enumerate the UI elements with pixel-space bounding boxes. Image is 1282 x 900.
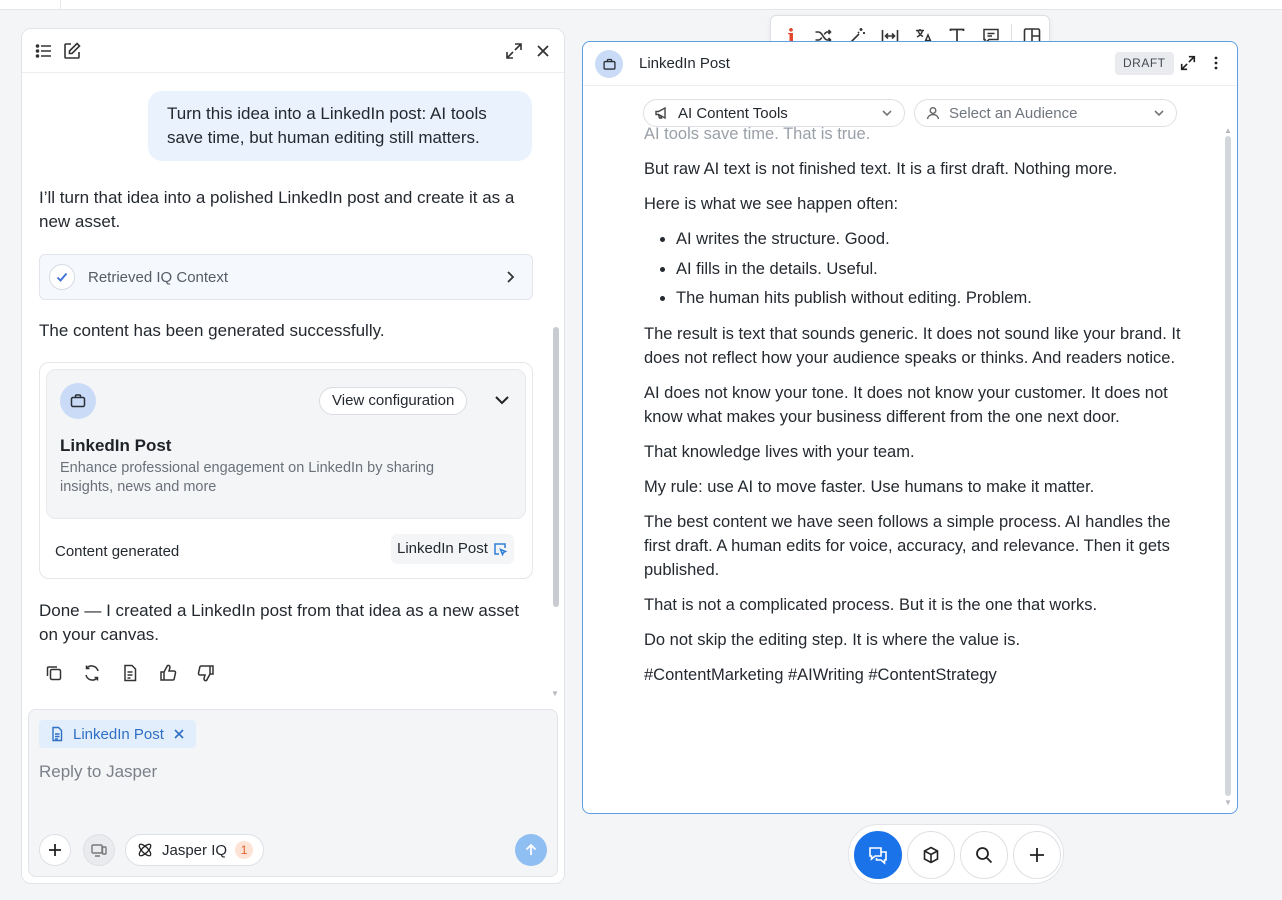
new-chat-icon[interactable] [62, 41, 82, 61]
chat-header [22, 29, 564, 73]
top-bar-divider [60, 0, 61, 10]
send-button[interactable] [515, 834, 547, 866]
retrieved-context-row[interactable]: Retrieved IQ Context [39, 254, 533, 300]
document-bullet-list: AI writes the structure. Good. AI fills … [676, 227, 1184, 310]
chevron-right-icon [501, 268, 519, 291]
add-icon[interactable] [39, 834, 71, 866]
file-icon [49, 726, 65, 742]
add-icon[interactable] [1013, 831, 1061, 879]
assistant-intro: I’ll turn that idea into a polished Link… [39, 188, 515, 231]
done-message: Done — I created a LinkedIn post from th… [39, 601, 520, 644]
expand-icon[interactable] [1179, 54, 1197, 72]
iq-count-badge: 1 [235, 841, 254, 859]
more-options-icon[interactable] [1207, 54, 1225, 72]
device-icon[interactable] [83, 834, 115, 866]
status-badge: DRAFT [1115, 52, 1174, 75]
document-paragraph: AI does not know your tone. It does not … [644, 384, 1168, 426]
document-paragraph: Do not skip the editing step. It is wher… [644, 631, 1021, 649]
briefcase-icon [595, 50, 623, 78]
copy-icon[interactable] [44, 663, 64, 683]
user-message: Turn this idea into a LinkedIn post: AI … [148, 91, 532, 161]
top-bar [0, 0, 1282, 10]
close-icon[interactable] [533, 41, 553, 61]
message-actions [44, 663, 216, 683]
search-icon[interactable] [960, 831, 1008, 879]
remove-attachment-icon[interactable] [172, 727, 186, 741]
reply-input[interactable] [39, 762, 539, 822]
document-hashtags: #ContentMarketing #AIWriting #ContentStr… [644, 666, 997, 684]
document-paragraph: The best content we have seen follows a … [644, 513, 1171, 579]
attachment-chip[interactable]: LinkedIn Post [39, 720, 196, 748]
scroll-down-arrow-icon[interactable]: ▼ [1224, 798, 1232, 807]
chevron-down-icon[interactable] [492, 390, 512, 415]
view-configuration-button[interactable]: View configuration [319, 387, 468, 415]
expand-icon[interactable] [504, 41, 524, 61]
document-paragraph: The result is text that sounds generic. … [644, 325, 1181, 367]
atom-icon [136, 841, 154, 859]
scroll-down-arrow-icon[interactable]: ▼ [551, 689, 559, 698]
check-icon [49, 264, 75, 290]
open-asset-link[interactable]: LinkedIn Post [391, 534, 514, 564]
audience-select[interactable]: Select an Audience [914, 99, 1177, 127]
regenerate-icon[interactable] [82, 663, 102, 683]
chevron-down-icon [1152, 106, 1166, 120]
document-paragraph: That is not a complicated process. But i… [644, 596, 1098, 614]
attachment-label: LinkedIn Post [73, 725, 164, 743]
chat-icon[interactable] [854, 831, 902, 879]
retrieved-context-label: Retrieved IQ Context [88, 269, 229, 286]
asset-title: LinkedIn Post [60, 436, 172, 455]
document-paragraph: But raw AI text is not finished text. It… [644, 160, 1118, 178]
asset-link-label: LinkedIn Post [397, 540, 488, 557]
document-panel: LinkedIn Post DRAFT AI tools save time. … [582, 41, 1238, 814]
composer: LinkedIn Post Jasper IQ 1 [28, 709, 558, 877]
document-icon[interactable] [120, 663, 140, 683]
user-icon [925, 105, 941, 121]
chat-scrollbar[interactable] [553, 327, 559, 607]
document-paragraph: Here is what we see happen often: [644, 195, 899, 213]
asset-status: Content generated [55, 543, 180, 560]
content-tools-label: AI Content Tools [678, 104, 788, 122]
generated-message: The content has been generated successfu… [39, 321, 385, 340]
list-icon[interactable] [34, 41, 54, 61]
chevron-down-icon [880, 106, 894, 120]
document-paragraph: My rule: use AI to move faster. Use huma… [644, 478, 1095, 496]
thumbs-up-icon[interactable] [158, 663, 178, 683]
canvas-dock [848, 824, 1064, 884]
document-paragraph: That knowledge lives with your team. [644, 443, 915, 461]
document-body[interactable]: AI tools save time. That is true. But ra… [644, 122, 1184, 802]
document-scrollbar[interactable] [1225, 136, 1231, 796]
content-tools-select[interactable]: AI Content Tools [643, 99, 905, 127]
open-external-icon [492, 541, 508, 557]
asset-card: View configuration LinkedIn Post Enhance… [39, 362, 533, 579]
document-title: LinkedIn Post [639, 55, 730, 72]
jasper-iq-label: Jasper IQ [162, 841, 228, 859]
jasper-iq-button[interactable]: Jasper IQ 1 [125, 834, 265, 866]
list-item: AI writes the structure. Good. [676, 227, 1184, 251]
document-header: LinkedIn Post DRAFT [583, 42, 1237, 86]
briefcase-icon [60, 383, 96, 419]
scroll-up-arrow-icon[interactable]: ▲ [1224, 126, 1232, 135]
cube-icon[interactable] [907, 831, 955, 879]
thumbs-down-icon[interactable] [196, 663, 216, 683]
list-item: The human hits publish without editing. … [676, 286, 1184, 310]
list-item: AI fills in the details. Useful. [676, 257, 1184, 281]
asset-card-header: View configuration LinkedIn Post Enhance… [46, 369, 526, 519]
megaphone-icon [654, 105, 670, 121]
chat-panel: Turn this idea into a LinkedIn post: AI … [21, 28, 565, 884]
asset-description: Enhance professional engagement on Linke… [60, 460, 435, 495]
audience-placeholder: Select an Audience [949, 104, 1078, 122]
